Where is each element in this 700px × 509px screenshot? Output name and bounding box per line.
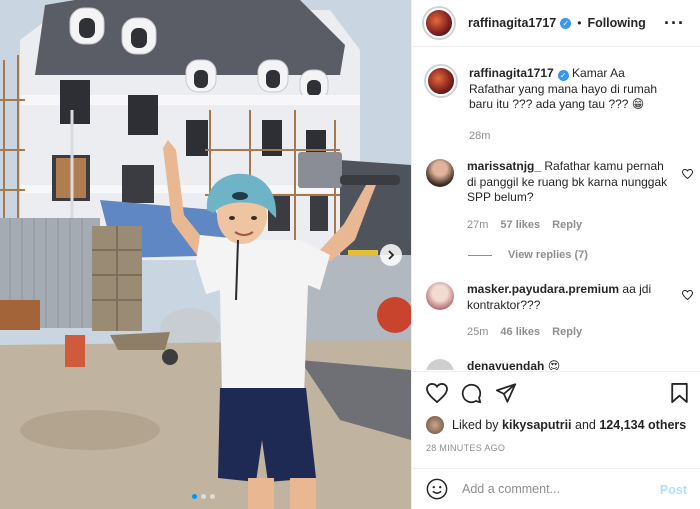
photo-scene: [0, 0, 411, 509]
comment-like-icon[interactable]: [682, 169, 693, 179]
following-button[interactable]: Following: [587, 16, 645, 30]
more-horizontal-icon[interactable]: ···: [664, 13, 685, 34]
comment-input[interactable]: [462, 482, 652, 496]
post-comment-button[interactable]: Post: [660, 483, 687, 497]
header-separator: •: [577, 16, 582, 30]
carousel-indicator: [192, 494, 215, 499]
liked-by-row: Liked by kikysaputrii and 124,134 others: [426, 416, 686, 434]
caption-username[interactable]: raffinagita1717: [469, 66, 554, 80]
comment-item: marissatnjg_ Rafathar kamu pernah di pan…: [426, 159, 694, 233]
post-actions: [412, 371, 700, 416]
liked-by-and: and: [575, 418, 596, 432]
instagram-post: raffinagita1717 ✓ • Following ··· raffin…: [0, 0, 700, 509]
view-replies-button[interactable]: View replies (7): [468, 249, 588, 261]
liked-by-user[interactable]: kikysaputrii: [502, 418, 571, 432]
like-heart-icon[interactable]: [426, 383, 448, 403]
comment-username[interactable]: masker.payudara.premium: [467, 282, 619, 296]
comment-likes[interactable]: 46 likes: [500, 325, 540, 341]
carousel-dot: [201, 494, 206, 499]
caption-time: 28m: [469, 129, 491, 142]
add-comment-bar: Post: [412, 468, 700, 509]
carousel-dot-active: [192, 494, 197, 499]
caption-avatar[interactable]: [426, 66, 456, 96]
likes-count[interactable]: 124,134 others: [599, 418, 686, 432]
verified-badge-icon: ✓: [560, 17, 572, 29]
liked-by-avatar[interactable]: [426, 416, 444, 434]
post-header: raffinagita1717 ✓ • Following ···: [412, 0, 700, 47]
header-username[interactable]: raffinagita1717: [468, 16, 556, 30]
comment-item: denayuendah 😍: [426, 359, 694, 370]
chevron-right-icon: [388, 250, 395, 260]
emoji-smiley-icon[interactable]: [426, 478, 448, 500]
comment-avatar[interactable]: [426, 282, 454, 310]
comment-bubble-icon[interactable]: [461, 383, 482, 404]
post-photo[interactable]: [0, 0, 411, 509]
verified-badge-icon: ✓: [557, 70, 569, 82]
post-timestamp[interactable]: 28 MINUTES AGO: [426, 443, 505, 453]
comment-likes[interactable]: 57 likes: [500, 218, 540, 234]
comment-avatar[interactable]: [426, 159, 454, 187]
view-replies-line: [468, 254, 492, 256]
share-send-icon[interactable]: [496, 383, 517, 403]
bookmark-save-icon[interactable]: [671, 383, 688, 403]
comment-item: masker.payudara.premium aa jdi kontrakto…: [426, 282, 694, 341]
caption: raffinagita1717 ✓ Kamar Aa Rafathar yang …: [426, 66, 694, 144]
view-replies-label: View replies (7): [508, 249, 588, 261]
comment-like-icon[interactable]: [682, 290, 693, 300]
comment-avatar[interactable]: [426, 359, 454, 370]
comment-time: 27m: [467, 218, 489, 231]
carousel-next-button[interactable]: [380, 244, 402, 266]
comment-username[interactable]: marissatnjg_: [467, 159, 541, 173]
carousel-dot: [210, 494, 215, 499]
avatar[interactable]: [424, 8, 454, 38]
reply-button[interactable]: Reply: [552, 218, 582, 234]
reply-button[interactable]: Reply: [552, 325, 582, 341]
comment-username[interactable]: denayuendah: [467, 359, 544, 370]
liked-by-prefix: Liked by: [452, 418, 499, 432]
comments-list[interactable]: raffinagita1717 ✓ Kamar Aa Rafathar yang …: [412, 48, 700, 370]
post-side-panel: raffinagita1717 ✓ • Following ··· raffin…: [411, 0, 700, 509]
comment-time: 25m: [467, 326, 489, 338]
comment-text: 😍: [547, 359, 561, 370]
